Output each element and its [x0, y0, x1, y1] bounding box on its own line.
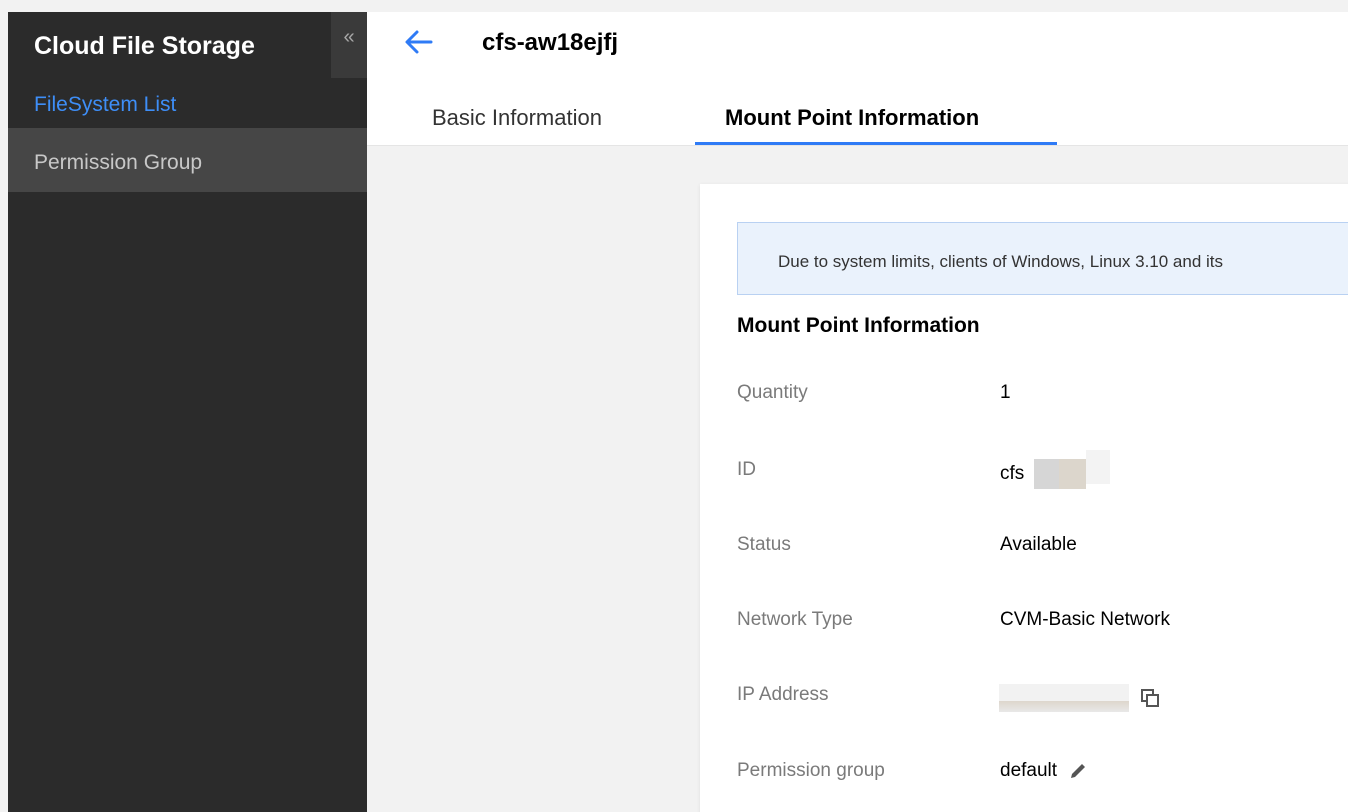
mount-point-card: Due to system limits, clients of Windows…: [700, 184, 1348, 812]
pencil-icon[interactable]: [1067, 760, 1089, 782]
info-row-permission-group: Permission group default: [737, 760, 1337, 790]
status-value: Available: [1000, 534, 1077, 555]
row-label: IP Address: [737, 684, 829, 705]
copy-icon[interactable]: [1139, 687, 1161, 709]
tab-basic-information[interactable]: Basic Information: [432, 105, 602, 131]
page-header: cfs-aw18ejfj Basic Information Mount Poi…: [367, 12, 1348, 146]
sidebar-header: Cloud File Storage «: [8, 12, 367, 82]
row-label: Status: [737, 534, 791, 555]
active-tab-indicator: [695, 142, 1057, 145]
network-type-value: CVM-Basic Network: [1000, 609, 1170, 630]
redacted-id: [1034, 459, 1087, 489]
permission-group-value: default: [1000, 760, 1058, 781]
sidebar-item-label: Permission Group: [34, 151, 203, 174]
redacted-ip: [999, 684, 1129, 712]
row-value: Available: [1000, 534, 1077, 556]
sidebar-item-label: FileSystem List: [34, 93, 177, 116]
info-row-ip-address: IP Address: [737, 684, 1337, 714]
row-label: ID: [737, 459, 756, 480]
collapse-sidebar-button[interactable]: «: [331, 12, 367, 78]
arrow-left-icon[interactable]: [401, 24, 437, 60]
tab-mount-point-information[interactable]: Mount Point Information: [725, 105, 979, 131]
info-row-id: ID cfs: [737, 450, 1337, 489]
id-value: cfs: [1000, 463, 1025, 484]
double-chevron-left-icon: «: [343, 26, 355, 48]
row-label: Network Type: [737, 609, 853, 630]
row-label: Permission group: [737, 760, 885, 781]
row-label: Quantity: [737, 382, 808, 403]
row-value: [989, 684, 1161, 712]
notice-text: Due to system limits, clients of Windows…: [778, 252, 1224, 271]
sidebar-item-permission-group[interactable]: Permission Group: [8, 128, 367, 192]
page-title: cfs-aw18ejfj: [482, 29, 619, 56]
info-row-network-type: Network Type CVM-Basic Network: [737, 609, 1337, 639]
row-value: CVM-Basic Network: [1000, 609, 1170, 631]
app-title: Cloud File Storage: [34, 32, 255, 60]
main-content: cfs-aw18ejfj Basic Information Mount Poi…: [367, 12, 1348, 812]
notice-banner: Due to system limits, clients of Windows…: [737, 222, 1348, 295]
info-row-quantity: Quantity 1: [737, 382, 1337, 412]
quantity-value: 1: [1000, 382, 1011, 403]
row-value: cfs: [1000, 450, 1111, 489]
sidebar: Cloud File Storage « FileSystem List Per…: [8, 12, 367, 812]
info-row-status: Status Available: [737, 534, 1337, 564]
row-value: 1: [1000, 382, 1011, 404]
redacted-id-tail: [1086, 450, 1111, 484]
row-value: default: [1000, 760, 1089, 782]
section-title: Mount Point Information: [737, 314, 980, 337]
